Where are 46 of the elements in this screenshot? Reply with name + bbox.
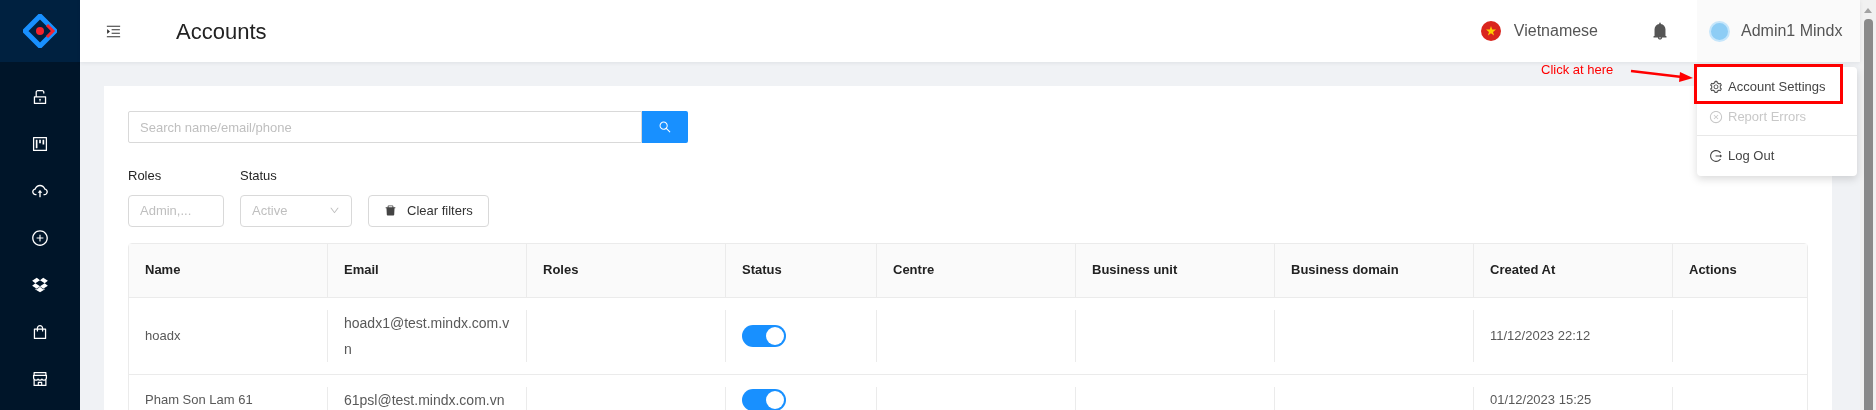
column-header: Actions bbox=[1688, 261, 1738, 280]
language-selector[interactable]: Vietnamese bbox=[1480, 19, 1598, 43]
column-header: Business unit bbox=[1076, 243, 1275, 297]
menu-item[interactable]: Log Out bbox=[1697, 142, 1787, 170]
clear-filters-button[interactable]: Clear filters bbox=[368, 194, 489, 227]
table-cell-text: hoadx1@test.mindx.com.vn bbox=[344, 313, 510, 359]
settings-icon bbox=[1709, 80, 1723, 94]
column-header: Business domain bbox=[1275, 243, 1474, 297]
filter-label: Status bbox=[240, 167, 278, 185]
column-header: Name bbox=[129, 243, 328, 297]
notification-icon[interactable] bbox=[1650, 21, 1670, 41]
board-icon[interactable] bbox=[31, 135, 49, 153]
cloud-upload-icon[interactable] bbox=[31, 182, 49, 200]
status-toggle[interactable] bbox=[742, 324, 786, 347]
shopping-bag-icon[interactable] bbox=[31, 323, 49, 341]
column-header: Created At bbox=[1474, 243, 1673, 297]
column-header: Status bbox=[726, 243, 877, 297]
table-cell: 01/12/2023 15:25 bbox=[1474, 386, 1673, 410]
avatar bbox=[1709, 20, 1730, 42]
chevron-down-icon bbox=[329, 205, 340, 216]
user-menu-button[interactable]: Admin1 Mindx bbox=[1697, 0, 1860, 62]
unlock-icon[interactable] bbox=[31, 88, 49, 106]
annotation-arrow bbox=[1630, 68, 1694, 84]
logo-icon bbox=[23, 14, 57, 48]
menu-item[interactable]: Account Settings bbox=[1697, 73, 1838, 101]
trash-icon bbox=[384, 204, 397, 217]
page-title: Accounts bbox=[176, 17, 267, 46]
table-cell: 11/12/2023 22:12 bbox=[1474, 309, 1673, 362]
scrollbar-thumb[interactable] bbox=[1863, 19, 1873, 410]
flag-icon bbox=[1480, 21, 1501, 41]
table-cell: hoadx bbox=[129, 309, 328, 362]
table-cell: Pham Son Lam 61 bbox=[129, 386, 328, 410]
column-header: Centre bbox=[877, 243, 1076, 297]
search-field[interactable]: Search name/email/phone bbox=[128, 111, 642, 143]
column-header: Roles bbox=[527, 243, 726, 297]
filter-label: Roles bbox=[128, 167, 163, 185]
column-header: Email bbox=[328, 243, 527, 297]
scroll-up-icon bbox=[1864, 8, 1872, 13]
boxes-icon[interactable] bbox=[31, 276, 49, 294]
store-icon[interactable] bbox=[31, 370, 49, 388]
table-cell-text: 61psl@test.mindx.com.vn bbox=[344, 390, 506, 410]
status-toggle[interactable] bbox=[742, 388, 786, 410]
roles-field[interactable]: Admin,... bbox=[128, 194, 224, 227]
search-icon bbox=[658, 120, 672, 134]
annotation-text: Click at here bbox=[1541, 61, 1614, 79]
logout-icon bbox=[1709, 149, 1723, 163]
